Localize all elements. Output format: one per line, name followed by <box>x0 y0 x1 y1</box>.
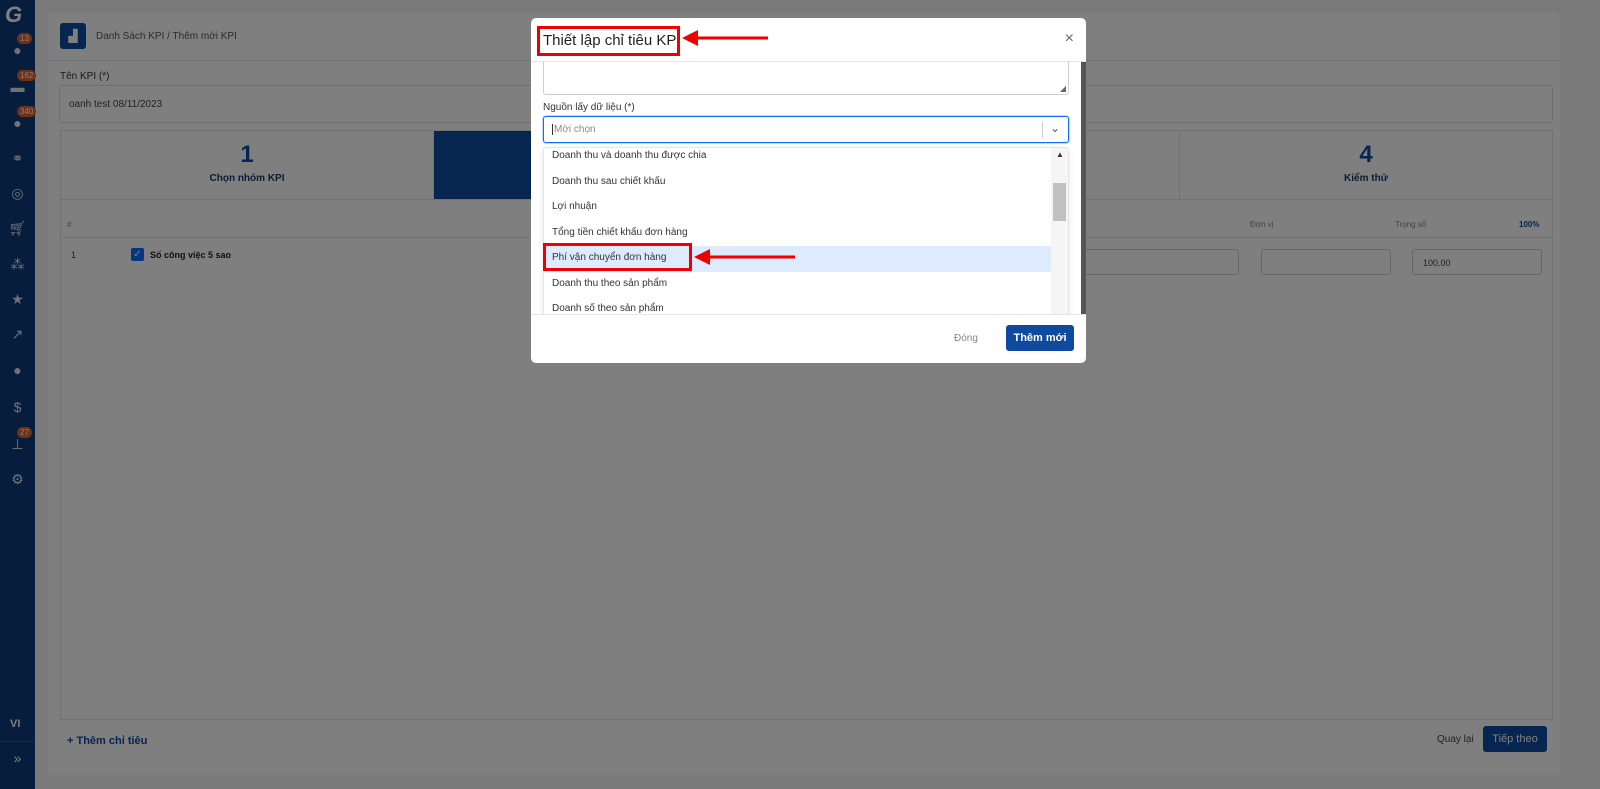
dropdown-option[interactable]: Doanh thu và doanh thu được chia <box>544 148 1053 170</box>
dropdown-option[interactable]: Doanh thu sau chiết khấu <box>544 170 1053 196</box>
source-label: Nguồn lấy dữ liệu (*) <box>543 102 635 113</box>
description-textarea[interactable]: ◢ <box>543 62 1069 95</box>
modal-scrollbar[interactable] <box>1081 62 1086 314</box>
chevron-down-icon[interactable]: ⌄ <box>1050 121 1060 135</box>
close-button[interactable]: Đóng <box>954 333 978 344</box>
source-select[interactable]: Mời chọn ⌄ <box>543 116 1069 143</box>
annotation-arrow-icon <box>694 249 795 265</box>
dropdown-option[interactable]: Lợi nhuận <box>544 195 1053 221</box>
close-icon[interactable]: × <box>1065 30 1074 48</box>
source-placeholder: Mời chọn <box>552 124 596 135</box>
divider <box>1042 122 1043 138</box>
kpi-target-modal: Thiết lập chỉ tiêu KPI × ◢ Nguồn lấy dữ … <box>531 18 1086 363</box>
dropdown-scrollbar[interactable]: ▲ <box>1051 148 1068 314</box>
dropdown-option[interactable]: Doanh thu theo sản phẩm <box>544 272 1053 298</box>
scroll-up-icon[interactable]: ▲ <box>1056 150 1064 159</box>
annotation-box-title <box>537 26 680 56</box>
add-new-button[interactable]: Thêm mới <box>1006 325 1074 351</box>
modal-footer: Đóng Thêm mới <box>531 314 1086 363</box>
annotation-box-option <box>543 243 692 271</box>
source-dropdown-menu: Doanh thu và doanh thu được chia Doanh t… <box>543 147 1069 314</box>
scroll-thumb[interactable] <box>1053 183 1066 221</box>
dropdown-option[interactable]: Doanh số theo sản phẩm <box>544 297 1053 314</box>
resize-grip-icon[interactable]: ◢ <box>1060 84 1066 93</box>
annotation-arrow-icon <box>682 30 768 46</box>
modal-body: ◢ Nguồn lấy dữ liệu (*) Mời chọn ⌄ Doanh… <box>531 62 1086 314</box>
